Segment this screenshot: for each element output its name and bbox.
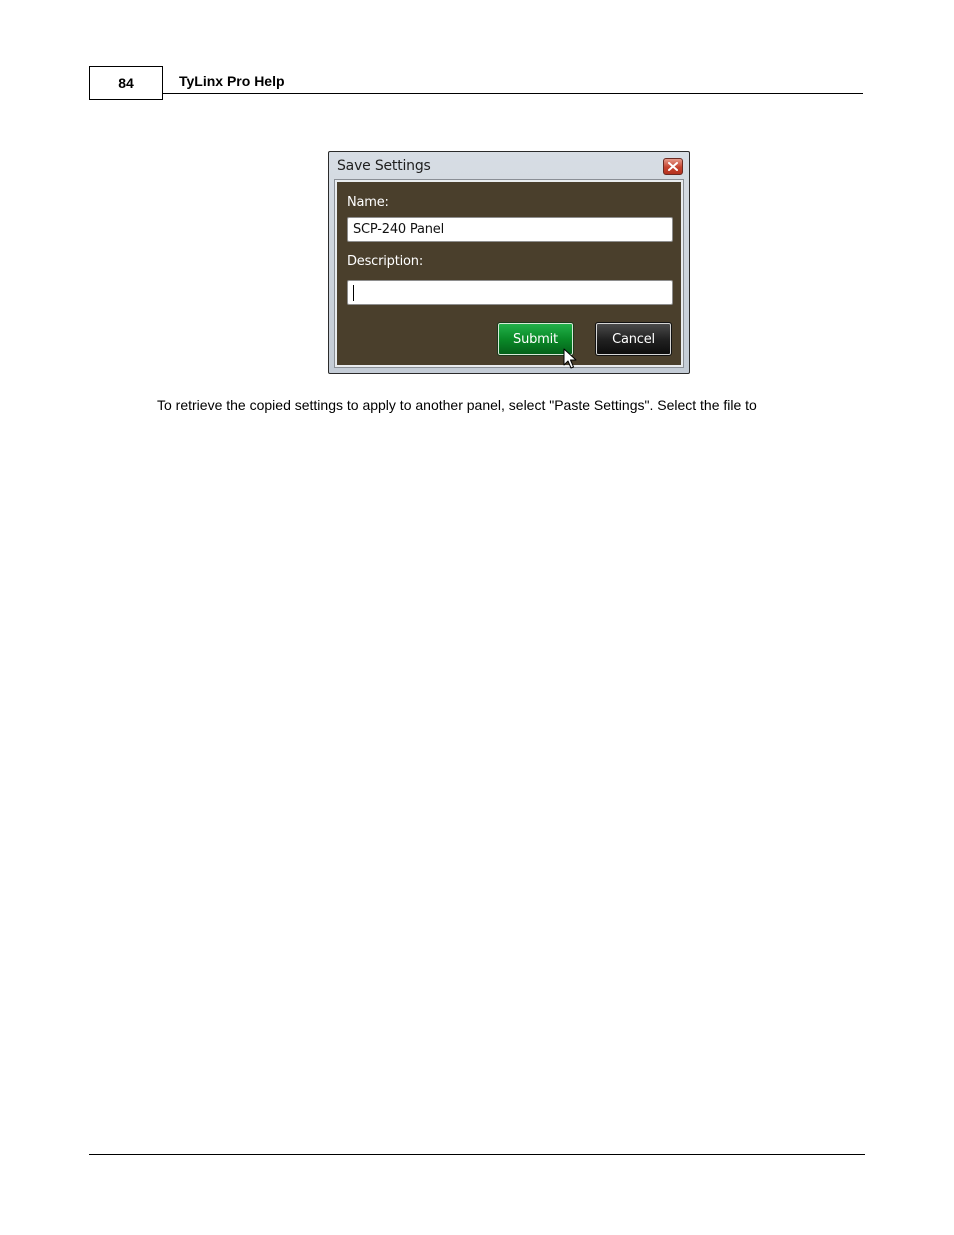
- description-input[interactable]: [347, 280, 673, 305]
- page-number-text: 84: [118, 75, 134, 91]
- submit-button[interactable]: Submit: [497, 322, 574, 356]
- description-label: Description:: [347, 254, 424, 269]
- dialog-titlebar: Save Settings: [329, 152, 689, 180]
- text-caret: [353, 285, 354, 301]
- running-header-title: TyLinx Pro Help: [179, 73, 285, 89]
- name-input[interactable]: SCP-240 Panel: [347, 217, 673, 242]
- close-icon: [668, 162, 678, 171]
- mouse-pointer-icon: [563, 348, 577, 369]
- save-settings-dialog: Save Settings Name: SCP-240 Panel Descri…: [328, 151, 690, 374]
- name-label: Name:: [347, 195, 389, 210]
- header-divider: [163, 93, 863, 94]
- cancel-button[interactable]: Cancel: [595, 322, 672, 356]
- page-number: 84: [89, 66, 163, 100]
- footer-divider: [89, 1154, 865, 1155]
- cancel-button-label: Cancel: [612, 331, 655, 347]
- close-button[interactable]: [663, 158, 683, 175]
- body-paragraph: To retrieve the copied settings to apply…: [157, 397, 757, 413]
- name-input-value: SCP-240 Panel: [353, 222, 444, 237]
- dialog-body: Name: SCP-240 Panel Description: Submit …: [334, 179, 684, 369]
- dialog-title: Save Settings: [337, 158, 431, 174]
- submit-button-label: Submit: [513, 331, 558, 347]
